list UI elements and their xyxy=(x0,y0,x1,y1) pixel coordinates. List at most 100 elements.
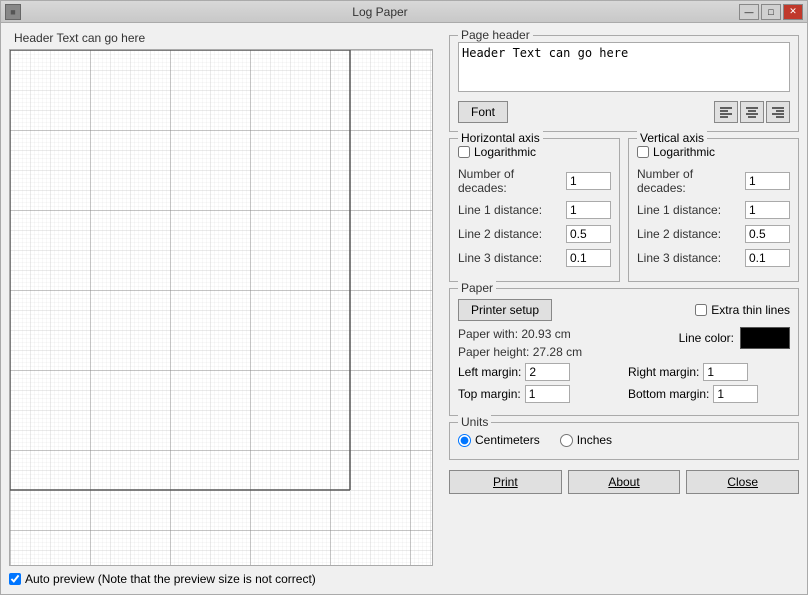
v-line2-row: Line 2 distance: xyxy=(637,225,790,243)
horizontal-axis-group: Horizontal axis Logarithmic Number of de… xyxy=(449,138,620,282)
v-decades-label: Number of decades: xyxy=(637,167,741,195)
align-left-icon xyxy=(719,106,733,118)
centimeters-radio[interactable] xyxy=(458,434,471,447)
centimeters-label: Centimeters xyxy=(475,433,540,447)
h-line3-input[interactable] xyxy=(566,249,611,267)
bottom-buttons: Print About Close xyxy=(449,466,799,498)
v-decades-row: Number of decades: xyxy=(637,167,790,195)
right-margin-input[interactable] xyxy=(703,363,748,381)
close-label: Close xyxy=(727,475,758,489)
units-group-title: Units xyxy=(458,415,491,429)
v-line1-input[interactable] xyxy=(745,201,790,219)
paper-dimensions: Paper with: 20.93 cm Paper height: 27.28… xyxy=(458,327,582,363)
about-button[interactable]: About xyxy=(568,470,681,494)
maximize-button[interactable]: □ xyxy=(761,4,781,20)
window-title: Log Paper xyxy=(21,5,739,19)
inches-label: Inches xyxy=(577,433,612,447)
h-line1-input[interactable] xyxy=(566,201,611,219)
align-right-icon xyxy=(771,106,785,118)
margins-bottom-row: Top margin: Bottom margin: xyxy=(458,385,790,403)
extra-thin-label: Extra thin lines xyxy=(711,303,790,317)
axes-row: Horizontal axis Logarithmic Number of de… xyxy=(449,138,799,282)
extra-thin-group: Extra thin lines xyxy=(695,303,790,317)
top-margin-group: Top margin: xyxy=(458,385,620,403)
paper-group-title: Paper xyxy=(458,281,496,295)
title-bar: ■ Log Paper — □ ✕ xyxy=(1,1,807,23)
left-margin-input[interactable] xyxy=(525,363,570,381)
page-header-group: Page header Header Text can go here Font xyxy=(449,35,799,132)
h-line1-label: Line 1 distance: xyxy=(458,203,562,217)
preview-footer: Auto preview (Note that the preview size… xyxy=(9,566,433,586)
print-label: Print xyxy=(493,475,518,489)
top-margin-label: Top margin: xyxy=(458,387,521,401)
top-margin-input[interactable] xyxy=(525,385,570,403)
v-logarithmic-row: Logarithmic xyxy=(637,145,790,159)
h-logarithmic-row: Logarithmic xyxy=(458,145,611,159)
page-header-group-title: Page header xyxy=(458,28,533,42)
align-center-button[interactable] xyxy=(740,101,764,123)
window-content: Header Text can go here xyxy=(1,23,807,594)
window-controls: — □ ✕ xyxy=(739,4,803,20)
v-line2-input[interactable] xyxy=(745,225,790,243)
bottom-margin-group: Bottom margin: xyxy=(628,385,790,403)
v-logarithmic-label: Logarithmic xyxy=(653,145,715,159)
right-margin-label: Right margin: xyxy=(628,365,699,379)
horizontal-axis-title: Horizontal axis xyxy=(458,131,543,145)
about-label: About xyxy=(608,475,639,489)
bottom-margin-label: Bottom margin: xyxy=(628,387,709,401)
h-line3-row: Line 3 distance: xyxy=(458,249,611,267)
paper-height-text: Paper height: 27.28 cm xyxy=(458,345,582,359)
bottom-margin-input[interactable] xyxy=(713,385,758,403)
v-line3-row: Line 3 distance: xyxy=(637,249,790,267)
align-left-button[interactable] xyxy=(714,101,738,123)
settings-panel: Page header Header Text can go here Font xyxy=(441,23,807,594)
h-line1-row: Line 1 distance: xyxy=(458,201,611,219)
vertical-axis-title: Vertical axis xyxy=(637,131,707,145)
minimize-button[interactable]: — xyxy=(739,4,759,20)
font-button[interactable]: Font xyxy=(458,101,508,123)
h-line3-label: Line 3 distance: xyxy=(458,251,562,265)
auto-preview-checkbox[interactable] xyxy=(9,573,21,585)
inches-option: Inches xyxy=(560,433,612,447)
extra-thin-checkbox[interactable] xyxy=(695,304,707,316)
units-options: Centimeters Inches xyxy=(458,429,790,451)
v-logarithmic-checkbox[interactable] xyxy=(637,146,649,158)
close-button[interactable]: Close xyxy=(686,470,799,494)
v-line1-label: Line 1 distance: xyxy=(637,203,741,217)
h-decades-input[interactable] xyxy=(566,172,611,190)
v-line1-row: Line 1 distance: xyxy=(637,201,790,219)
line-color-label: Line color: xyxy=(679,331,734,345)
right-margin-group: Right margin: xyxy=(628,363,790,381)
align-center-icon xyxy=(745,106,759,118)
print-button[interactable]: Print xyxy=(449,470,562,494)
v-line2-label: Line 2 distance: xyxy=(637,227,741,241)
main-window: ■ Log Paper — □ ✕ Header Text can go her… xyxy=(0,0,808,595)
h-line2-label: Line 2 distance: xyxy=(458,227,562,241)
left-margin-group: Left margin: xyxy=(458,363,620,381)
h-line2-row: Line 2 distance: xyxy=(458,225,611,243)
v-line3-input[interactable] xyxy=(745,249,790,267)
line-color-swatch[interactable] xyxy=(740,327,790,349)
h-logarithmic-label: Logarithmic xyxy=(474,145,536,159)
printer-setup-button[interactable]: Printer setup xyxy=(458,299,552,321)
line-color-group: Line color: xyxy=(679,327,790,349)
align-right-button[interactable] xyxy=(766,101,790,123)
align-buttons xyxy=(714,101,790,123)
window-close-button[interactable]: ✕ xyxy=(783,4,803,20)
units-group: Units Centimeters Inches xyxy=(449,422,799,460)
log-grid-svg xyxy=(10,50,432,565)
margins-top-row: Left margin: Right margin: xyxy=(458,363,790,381)
v-decades-input[interactable] xyxy=(745,172,790,190)
log-paper-canvas xyxy=(9,49,433,566)
inches-radio[interactable] xyxy=(560,434,573,447)
auto-preview-label: Auto preview (Note that the preview size… xyxy=(25,572,316,586)
h-line2-input[interactable] xyxy=(566,225,611,243)
page-header-textarea[interactable]: Header Text can go here xyxy=(458,42,790,92)
v-line3-label: Line 3 distance: xyxy=(637,251,741,265)
centimeters-option: Centimeters xyxy=(458,433,540,447)
h-logarithmic-checkbox[interactable] xyxy=(458,146,470,158)
preview-panel: Header Text can go here xyxy=(1,23,441,594)
vertical-axis-group: Vertical axis Logarithmic Number of deca… xyxy=(628,138,799,282)
auto-preview-checkbox-group: Auto preview (Note that the preview size… xyxy=(9,572,316,586)
h-decades-row: Number of decades: xyxy=(458,167,611,195)
